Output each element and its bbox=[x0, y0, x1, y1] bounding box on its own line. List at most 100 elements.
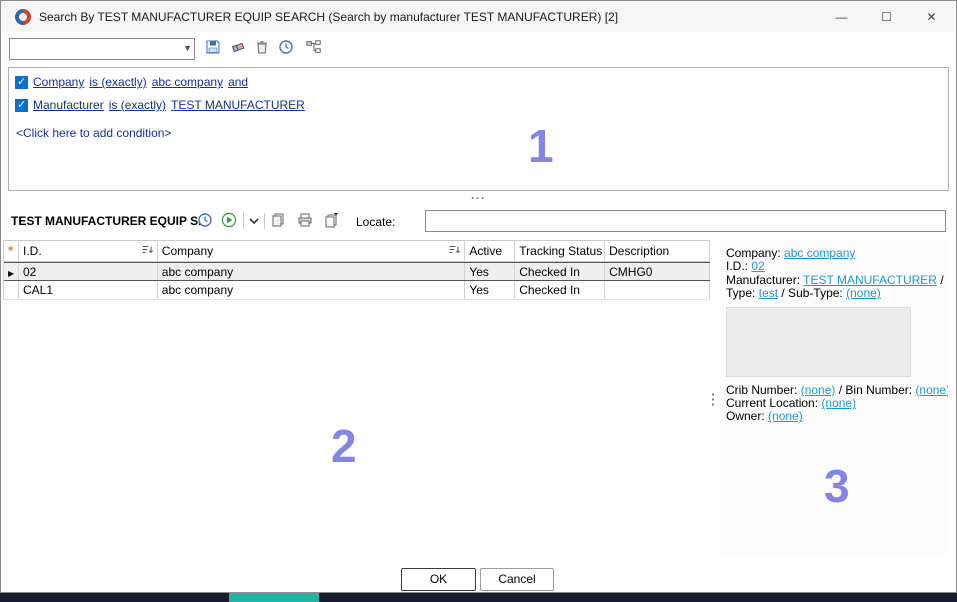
row-indicator-cell: ▶ bbox=[4, 263, 19, 280]
column-header-label: Tracking Status bbox=[519, 244, 602, 258]
save-icon bbox=[205, 39, 221, 58]
selected-row-marker: ▶ bbox=[8, 269, 14, 278]
title-bar: Search By TEST MANUFACTURER EQUIP SEARCH… bbox=[2, 2, 955, 32]
column-header-label: Active bbox=[469, 244, 502, 258]
sort-icon bbox=[448, 244, 461, 259]
cell-company: abc company bbox=[158, 281, 466, 299]
sort-icon bbox=[141, 244, 154, 259]
table-row[interactable]: ▶ 02 abc company Yes Checked In CMHG0 bbox=[4, 262, 710, 281]
vertical-splitter[interactable]: ⋮ bbox=[707, 241, 719, 557]
detail-label: Crib Number: bbox=[726, 384, 797, 397]
results-title: TEST MANUFACTURER EQUIP SE bbox=[11, 214, 206, 228]
company-link[interactable]: abc company bbox=[784, 247, 855, 260]
condition-field-link[interactable]: Manufacturer bbox=[33, 98, 104, 112]
saved-search-input[interactable] bbox=[12, 40, 174, 58]
column-header-id[interactable]: I.D. bbox=[19, 241, 158, 261]
condition-checkbox[interactable] bbox=[15, 99, 28, 112]
paste-icon bbox=[270, 212, 286, 231]
cell-tracking-status: Checked In bbox=[515, 263, 605, 280]
condition-value-link[interactable]: abc company bbox=[152, 75, 223, 89]
delete-search-button[interactable] bbox=[253, 39, 271, 57]
printer-icon bbox=[297, 212, 313, 231]
play-icon bbox=[221, 212, 237, 231]
header-marker-cell: * bbox=[4, 241, 19, 261]
table-row[interactable]: CAL1 abc company Yes Checked In bbox=[4, 281, 710, 300]
save-search-button[interactable] bbox=[204, 39, 222, 57]
detail-label: Company: bbox=[726, 247, 781, 260]
copy-icon bbox=[323, 212, 339, 231]
column-header-label: Description bbox=[609, 244, 669, 258]
results-table: * I.D. Company Active Tracking Status De… bbox=[3, 240, 710, 300]
detail-label: Manufacturer: bbox=[726, 274, 800, 287]
detail-label: Type: bbox=[726, 287, 755, 300]
condition-panel: Company is (exactly) abc company and Man… bbox=[8, 67, 949, 191]
current-location-link[interactable]: (none) bbox=[821, 397, 856, 410]
detail-id: I.D.: 02 bbox=[726, 260, 948, 273]
hierarchy-icon bbox=[306, 39, 322, 58]
column-header-tracking-status[interactable]: Tracking Status bbox=[515, 241, 605, 261]
ok-button[interactable]: OK bbox=[401, 568, 476, 591]
id-link[interactable]: 02 bbox=[751, 260, 764, 273]
taskbar-strip bbox=[0, 593, 957, 602]
window-title: Search By TEST MANUFACTURER EQUIP SEARCH… bbox=[39, 10, 618, 24]
detail-current-location: Current Location: (none) bbox=[726, 397, 948, 410]
dialog-window: Search By TEST MANUFACTURER EQUIP SEARCH… bbox=[0, 0, 957, 593]
saved-search-combobox[interactable]: ▼ bbox=[9, 38, 195, 60]
item-image-placeholder bbox=[726, 307, 911, 377]
search-history-button[interactable] bbox=[277, 39, 295, 57]
cell-active: Yes bbox=[465, 263, 515, 280]
owner-link[interactable]: (none) bbox=[768, 410, 803, 423]
clock-icon bbox=[197, 212, 213, 231]
combo-dropdown-icon[interactable]: ▼ bbox=[183, 43, 192, 53]
column-header-active[interactable]: Active bbox=[465, 241, 515, 261]
condition-operator-link[interactable]: is (exactly) bbox=[89, 75, 146, 89]
detail-manufacturer: Manufacturer: TEST MANUFACTURER / Mo bbox=[726, 274, 948, 287]
bin-number-link[interactable]: (none) bbox=[915, 384, 948, 397]
detail-label: / Sub-Type: bbox=[781, 287, 842, 300]
detail-label: Owner: bbox=[726, 410, 765, 423]
column-header-company[interactable]: Company bbox=[158, 241, 466, 261]
taskbar-app-indicator bbox=[229, 593, 319, 602]
condition-operator-link[interactable]: is (exactly) bbox=[109, 98, 166, 112]
paste-button[interactable] bbox=[269, 212, 287, 230]
clear-search-button[interactable] bbox=[229, 39, 247, 57]
column-header-description[interactable]: Description bbox=[605, 241, 710, 261]
cell-description bbox=[605, 281, 710, 299]
detail-label: / Bin Number: bbox=[839, 384, 912, 397]
print-button[interactable] bbox=[296, 212, 314, 230]
minimize-button[interactable]: — bbox=[819, 2, 864, 32]
app-logo-icon bbox=[15, 9, 31, 25]
maximize-button[interactable]: ☐ bbox=[864, 2, 909, 32]
run-options-button[interactable] bbox=[247, 213, 261, 231]
close-button[interactable]: ✕ bbox=[909, 2, 954, 32]
results-history-button[interactable] bbox=[196, 212, 214, 230]
detail-label: I.D.: bbox=[726, 260, 748, 273]
subtype-link[interactable]: (none) bbox=[846, 287, 881, 300]
region-marker-2: 2 bbox=[331, 419, 357, 473]
cell-id: CAL1 bbox=[19, 281, 158, 299]
detail-label: Current Location: bbox=[726, 397, 818, 410]
copy-button[interactable] bbox=[322, 212, 340, 230]
condition-value-link[interactable]: TEST MANUFACTURER bbox=[171, 98, 305, 112]
manufacturer-link[interactable]: TEST MANUFACTURER bbox=[803, 274, 937, 287]
detail-owner: Owner: (none) bbox=[726, 410, 948, 423]
details-panel: Company: abc company I.D.: 02 Manufactur… bbox=[719, 239, 948, 557]
hierarchy-view-button[interactable] bbox=[303, 39, 325, 57]
horizontal-splitter[interactable]: ··· bbox=[1, 192, 956, 206]
cancel-button[interactable]: Cancel bbox=[480, 568, 554, 591]
condition-field-link[interactable]: Company bbox=[33, 75, 84, 89]
crib-number-link[interactable]: (none) bbox=[801, 384, 836, 397]
add-condition-link[interactable]: <Click here to add condition> bbox=[16, 126, 948, 140]
type-link[interactable]: test bbox=[759, 287, 778, 300]
detail-type: Type: test / Sub-Type: (none) bbox=[726, 287, 948, 300]
detail-crib-bin: Crib Number: (none) / Bin Number: (none) bbox=[726, 384, 948, 397]
condition-conjunction-link[interactable]: and bbox=[228, 75, 248, 89]
condition-checkbox[interactable] bbox=[15, 76, 28, 89]
locate-label: Locate: bbox=[356, 215, 395, 229]
run-search-button[interactable] bbox=[220, 212, 238, 230]
clock-icon bbox=[278, 39, 294, 58]
eraser-icon bbox=[230, 39, 246, 58]
locate-input[interactable] bbox=[425, 210, 946, 232]
cell-id: 02 bbox=[19, 263, 158, 280]
trash-icon bbox=[254, 39, 270, 58]
